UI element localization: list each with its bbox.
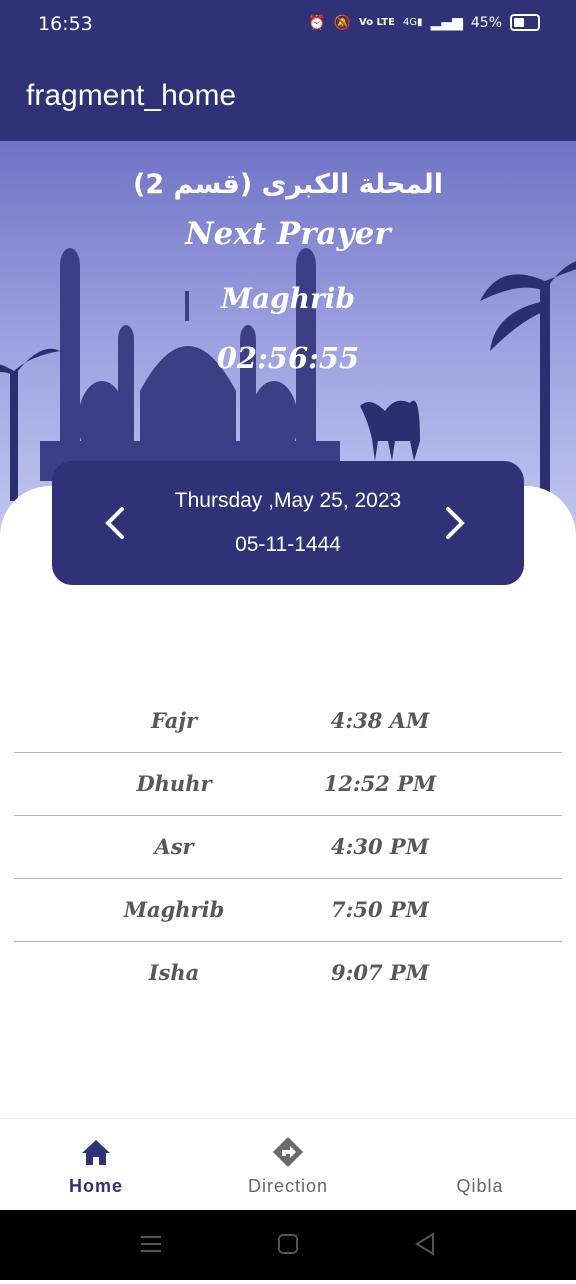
volte-icon: Vo LTE: [359, 17, 395, 28]
next-day-button[interactable]: [440, 503, 470, 543]
battery-percent: 45%: [470, 14, 502, 31]
bottom-navigation: Home Direction Qibla: [0, 1118, 576, 1211]
countdown-timer: 02:56:55: [216, 341, 360, 375]
app-bar: fragment_home: [0, 52, 576, 141]
prayer-time: 9:07 PM: [331, 960, 429, 985]
app-title: fragment_home: [26, 79, 237, 112]
prayer-row-dhuhr: Dhuhr 12:52 PM: [14, 753, 562, 816]
home-icon: [82, 1140, 110, 1165]
system-nav-icons: [141, 1232, 434, 1256]
nav-home-label: Home: [68, 1176, 123, 1196]
prayer-time: 4:38 AM: [330, 708, 430, 733]
status-bar: 16:53 ⏰ 🔕 Vo LTE 4G▮ ▂▄▆ 45%: [0, 0, 576, 52]
prayer-row-fajr: Fajr 4:38 AM: [14, 690, 562, 753]
prayer-time: 7:50 PM: [331, 897, 429, 922]
nav-direction-label: Direction: [247, 1176, 329, 1196]
prayer-name: Isha: [148, 960, 200, 985]
prayer-row-asr: Asr 4:30 PM: [14, 816, 562, 879]
camel-silhouette: [360, 400, 420, 461]
chevron-right-icon: [446, 507, 465, 539]
prayer-name: Asr: [154, 834, 194, 859]
signal-4g-icon: 4G▮: [402, 17, 423, 28]
prayer-row-maghrib: Maghrib 7:50 PM: [14, 879, 562, 942]
city-name: المحلة الكبرى (قسم 2): [132, 169, 443, 200]
prayer-name: Dhuhr: [136, 771, 212, 796]
mute-icon: 🔕: [333, 14, 352, 31]
menu-icon[interactable]: [141, 1236, 161, 1252]
back-icon[interactable]: [415, 1232, 434, 1256]
signal-icon: ▂▄▆: [430, 14, 463, 31]
direction-icon: [273, 1137, 303, 1167]
date-card: Thursday ,May 25, 2023 05-11-1444: [52, 461, 524, 585]
prayer-name: Fajr: [150, 708, 198, 733]
prayer-time: 4:30 PM: [331, 834, 429, 859]
next-prayer-name: Maghrib: [220, 282, 356, 315]
nav-qibla-label: Qibla: [456, 1176, 504, 1196]
nav-home[interactable]: Home: [0, 1119, 192, 1211]
status-icons: ⏰ 🔕 Vo LTE 4G▮ ▂▄▆ 45%: [308, 14, 540, 31]
prayer-times-table: Fajr 4:38 AM Dhuhr 12:52 PM Asr 4:30 PM …: [14, 690, 562, 1004]
battery-icon: [510, 14, 540, 31]
home-system-icon[interactable]: [278, 1234, 298, 1254]
prayer-time: 12:52 PM: [323, 771, 437, 796]
alarm-icon: ⏰: [308, 14, 326, 31]
prayer-row-isha: Isha 9:07 PM: [14, 942, 562, 1004]
nav-direction[interactable]: Direction: [192, 1119, 384, 1211]
system-navigation-bar: [0, 1210, 576, 1280]
status-time: 16:53: [38, 13, 93, 35]
nav-qibla[interactable]: Qibla: [384, 1119, 576, 1211]
next-prayer-label: Next Prayer: [185, 216, 391, 252]
prayer-name: Maghrib: [123, 897, 225, 922]
